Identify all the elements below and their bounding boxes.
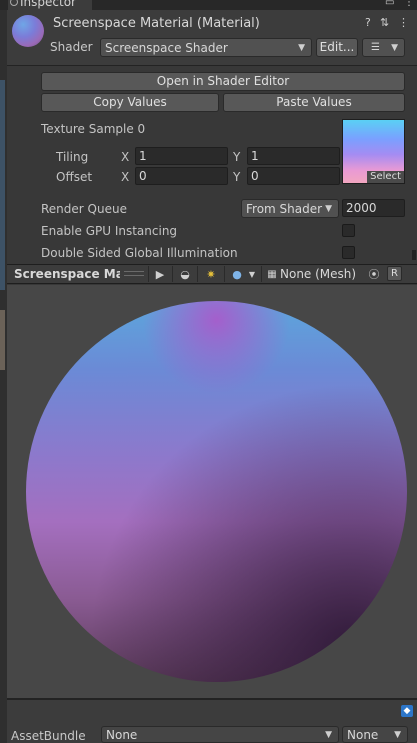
shader-dropdown[interactable]: Screenspace Shader ▼ — [100, 38, 312, 57]
background-sphere-icon[interactable]: ● — [229, 267, 245, 283]
edit-shader-button[interactable]: Edit... — [316, 38, 358, 57]
double-sided-gi-label: Double Sided Global Illumination — [41, 246, 238, 260]
assetbundle-label: AssetBundle — [11, 729, 86, 743]
assetbundle-variant-value: None — [347, 728, 379, 742]
help-icon[interactable]: ? — [365, 16, 371, 29]
list-icon: ☰ — [371, 42, 380, 53]
toolbar-divider — [224, 266, 225, 282]
presets-icon[interactable]: ⇅ — [380, 16, 389, 29]
assetbundle-dropdown[interactable]: None ▼ — [101, 726, 339, 743]
texture-sample-label: Texture Sample 0 — [41, 122, 146, 136]
render-queue-field[interactable]: 2000 — [342, 199, 405, 217]
open-shader-editor-button[interactable]: Open in Shader Editor — [41, 72, 405, 91]
offset-x-field[interactable]: 0 — [135, 167, 228, 185]
sphere-mesh-icon[interactable]: ◒ — [177, 267, 193, 283]
render-queue-mode: From Shader — [246, 202, 323, 216]
inspector-tab-title: Inspector — [20, 0, 76, 9]
mesh-grid-icon: ▦ — [267, 269, 277, 280]
tiling-y-label: Y — [233, 150, 241, 164]
reset-button[interactable]: R — [387, 266, 402, 281]
more-icon[interactable]: ⋮ — [398, 16, 409, 29]
preview-mesh-field[interactable]: None (Mesh) — [280, 267, 356, 281]
inspector-scrollbar[interactable] — [412, 250, 416, 260]
double-sided-gi-checkbox[interactable] — [342, 246, 355, 259]
material-preview-sphere — [26, 301, 407, 682]
material-title: Screenspace Material (Material) — [53, 16, 260, 31]
scene-edge — [0, 10, 7, 743]
play-icon[interactable]: ▶ — [152, 267, 168, 283]
assetbundle-variant-dropdown[interactable]: None ▼ — [342, 726, 408, 743]
tiling-x-field[interactable]: 1 — [135, 147, 228, 165]
chevron-down-icon: ▼ — [325, 730, 332, 740]
offset-y-field[interactable]: 0 — [247, 167, 340, 185]
shader-label: Shader — [50, 40, 93, 54]
render-queue-dropdown[interactable]: From Shader ▼ — [241, 199, 339, 218]
lock-icon[interactable]: ▭ — [385, 0, 394, 8]
shader-dropdown-value: Screenspace Shader — [105, 41, 228, 55]
copy-values-button[interactable]: Copy Values — [41, 93, 219, 112]
toolbar-divider — [197, 266, 198, 282]
paste-values-button[interactable]: Paste Values — [223, 93, 405, 112]
tiling-y-field[interactable]: 1 — [247, 147, 340, 165]
scene-sky-strip — [0, 80, 5, 290]
offset-y-label: Y — [233, 170, 241, 184]
preview-title: Screenspace Material — [14, 267, 120, 281]
material-thumbnail — [12, 15, 44, 47]
chevron-down-icon: ▼ — [325, 204, 332, 214]
offset-label: Offset — [56, 170, 93, 184]
lighting-icon[interactable]: ✷ — [203, 267, 219, 283]
tiling-label: Tiling — [56, 150, 89, 164]
assetbundle-value: None — [106, 728, 138, 742]
gpu-instancing-checkbox[interactable] — [342, 224, 355, 237]
shader-list-dropdown[interactable]: ☰ ▼ — [362, 38, 405, 57]
chevron-down-icon: ▼ — [391, 43, 398, 53]
object-picker-icon[interactable]: ⦿ — [366, 267, 382, 283]
kebab-menu-icon[interactable]: ⋮ — [404, 0, 414, 8]
toolbar-divider — [148, 266, 149, 282]
drag-handle-icon[interactable] — [124, 271, 144, 276]
texture-sample-slot[interactable]: Select — [342, 119, 405, 184]
tag-icon[interactable]: ◆ — [401, 705, 413, 717]
gpu-instancing-label: Enable GPU Instancing — [41, 224, 178, 238]
chevron-down-icon: ▼ — [298, 43, 305, 53]
render-queue-label: Render Queue — [41, 202, 127, 216]
toolbar-divider — [261, 266, 262, 282]
chevron-down-icon[interactable]: ▼ — [244, 267, 260, 283]
tiling-x-label: X — [121, 150, 130, 164]
toolbar-divider — [172, 266, 173, 282]
offset-x-label: X — [121, 170, 130, 184]
chevron-down-icon: ▼ — [394, 730, 401, 740]
texture-select-button[interactable]: Select — [367, 171, 404, 183]
scene-ground-strip — [0, 310, 5, 370]
